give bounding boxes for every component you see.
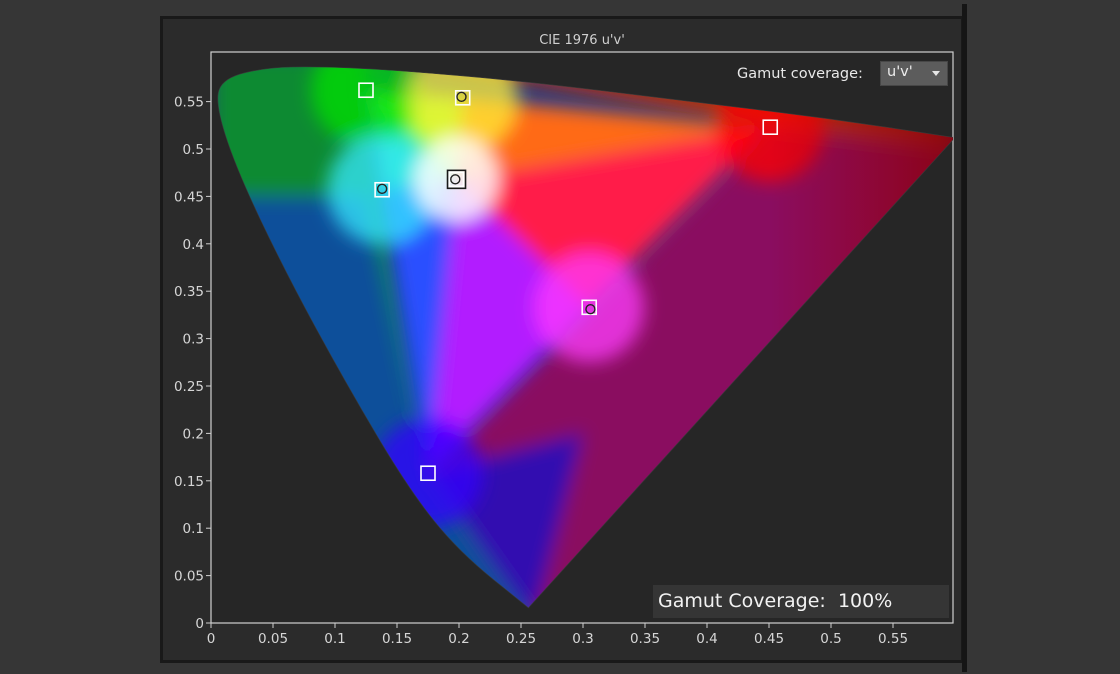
y-tick-label: 0.15 [174,474,204,490]
x-tick-label: 0.4 [696,631,717,647]
gamut-coverage-readout-label: Gamut Coverage: [658,590,826,612]
y-tick-label: 0 [195,616,204,632]
x-tick-label: 0 [207,631,216,647]
x-tick-label: 0.1 [324,631,345,647]
x-tick-label: 0.3 [572,631,593,647]
gamut-coverage-readout: Gamut Coverage: 100% [653,585,949,618]
vertex-glow [534,252,645,363]
y-tick-label: 0.45 [174,189,204,205]
y-tick-label: 0.3 [183,332,204,348]
x-tick-label: 0.2 [448,631,469,647]
x-tick-label: 0.15 [382,631,412,647]
x-tick-label: 0.5 [820,631,841,647]
x-tick-label: 0.05 [258,631,288,647]
y-tick-label: 0.4 [183,237,204,253]
chart-title: CIE 1976 u'v' [539,33,625,48]
gamut-select-value: u'v' [887,64,913,80]
gamut-coverage-readout-value: 100% [837,590,893,612]
cie-chart: CIE 1976 u'v' 0 0.05 0.1 0.15 0.2 0.25 0.3 0.35… [174,33,954,647]
white-point-glow [414,137,499,222]
gamut-coverage-label: Gamut coverage: [737,66,863,82]
x-tick-label: 0.25 [506,631,536,647]
y-tick-label: 0.1 [183,521,204,537]
x-tick-label: 0.55 [878,631,908,647]
y-tick-label: 0.35 [174,284,204,300]
x-tick-label: 0.45 [754,631,784,647]
gamut-coverage-select[interactable]: u'v' [880,61,948,86]
y-tick-label: 0.2 [183,426,204,442]
y-tick-label: 0.55 [174,95,204,111]
y-tick-label: 0.25 [174,379,204,395]
y-tick-label: 0.05 [174,569,204,585]
y-tick-label: 0.5 [183,142,204,158]
x-tick-label: 0.35 [630,631,660,647]
dropdown-arrow-icon [932,71,940,76]
